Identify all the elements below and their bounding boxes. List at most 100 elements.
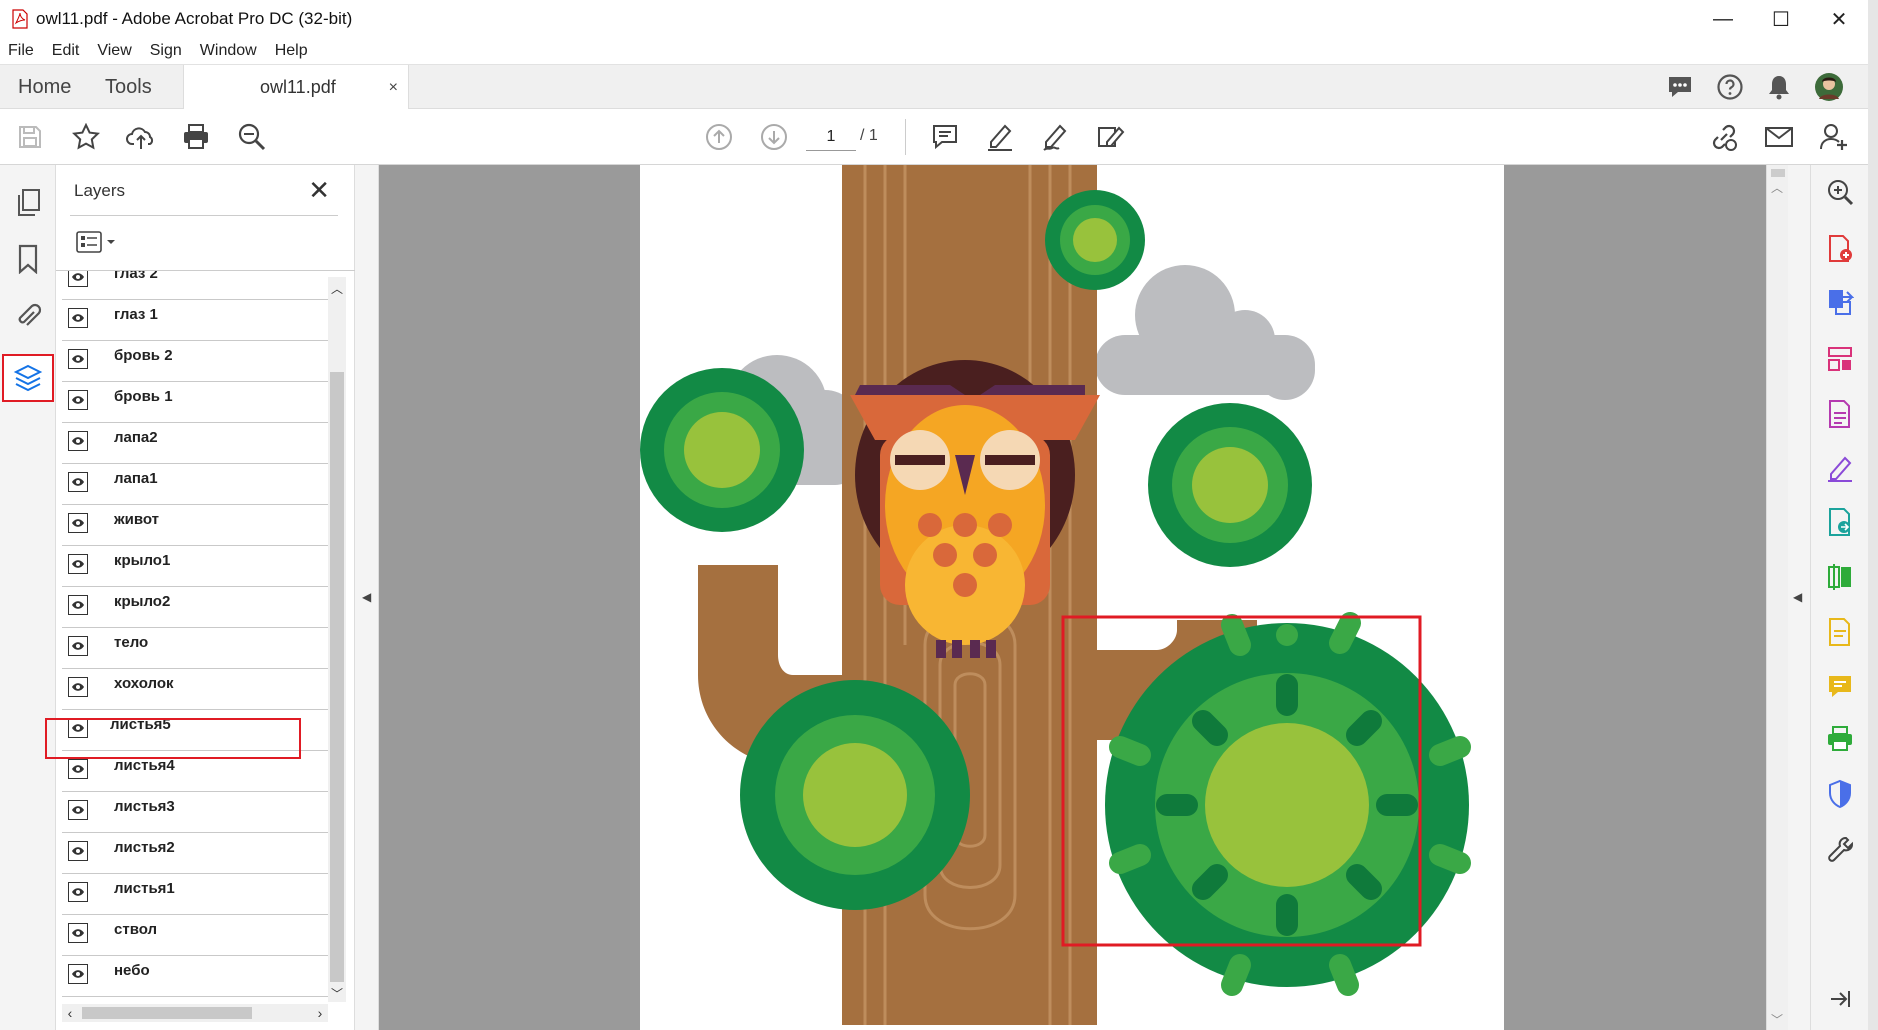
pdf-page[interactable]: [640, 165, 1504, 1030]
maximize-button[interactable]: ☐: [1752, 0, 1810, 38]
layer-row[interactable]: лапа1: [62, 464, 328, 505]
layer-row[interactable]: бровь 1: [62, 382, 328, 423]
zoom-in-search-icon[interactable]: [1823, 175, 1857, 209]
layer-row[interactable]: тело: [62, 628, 328, 669]
draw-sign-icon[interactable]: [1039, 121, 1071, 153]
layer-row[interactable]: бровь 2: [62, 341, 328, 382]
print-production-icon[interactable]: [1823, 722, 1857, 756]
visibility-eye-icon[interactable]: [68, 595, 88, 615]
menu-sign[interactable]: Sign: [150, 42, 182, 60]
send-for-signature-icon[interactable]: [1823, 505, 1857, 539]
chat-icon[interactable]: [1666, 74, 1694, 100]
tab-home[interactable]: Home: [18, 65, 71, 109]
layer-row[interactable]: глаз 1: [62, 300, 328, 341]
document-vertical-scrollbar[interactable]: ︿ ﹀: [1766, 165, 1788, 1030]
document-tab-close-button[interactable]: ×: [389, 79, 398, 97]
layer-row[interactable]: листья3: [62, 792, 328, 833]
collapse-left-arrow-icon[interactable]: ◀: [362, 590, 371, 604]
left-panel-collapse-strip[interactable]: ◀: [355, 165, 379, 1030]
layer-row[interactable]: глаз 2: [62, 271, 328, 300]
layers-icon[interactable]: [2, 354, 54, 402]
sticky-note-icon[interactable]: [1823, 670, 1857, 704]
layer-row[interactable]: живот: [62, 505, 328, 546]
save-icon[interactable]: [14, 121, 46, 153]
visibility-eye-icon[interactable]: [68, 431, 88, 451]
fill-sign-icon[interactable]: [1094, 121, 1126, 153]
layer-row[interactable]: небо: [62, 956, 328, 997]
protect-shield-icon[interactable]: [1823, 777, 1857, 811]
visibility-eye-icon[interactable]: [68, 308, 88, 328]
minimize-button[interactable]: —: [1694, 0, 1752, 38]
scroll-up-arrow-icon[interactable]: ︿: [328, 279, 346, 297]
email-icon[interactable]: [1763, 121, 1795, 153]
scroll-down-arrow-icon[interactable]: ﹀: [328, 984, 346, 1002]
layer-row[interactable]: крыло1: [62, 546, 328, 587]
visibility-eye-icon[interactable]: [68, 759, 88, 779]
visibility-eye-icon[interactable]: [68, 677, 88, 697]
notifications-bell-icon[interactable]: [1766, 73, 1792, 101]
visibility-eye-icon[interactable]: [68, 271, 88, 287]
next-page-icon[interactable]: [758, 121, 790, 153]
comment-icon[interactable]: [929, 121, 961, 153]
add-user-icon[interactable]: [1818, 121, 1850, 153]
previous-page-icon[interactable]: [703, 121, 735, 153]
bookmark-star-icon[interactable]: [70, 121, 102, 153]
highlight-pen-icon[interactable]: [984, 121, 1016, 153]
visibility-eye-icon[interactable]: [68, 636, 88, 656]
visibility-eye-icon[interactable]: [68, 841, 88, 861]
scroll-right-arrow-icon[interactable]: ›: [312, 1004, 328, 1022]
scrollbar-thumb[interactable]: [82, 1007, 252, 1019]
visibility-eye-icon[interactable]: [68, 390, 88, 410]
layer-row[interactable]: ствол: [62, 915, 328, 956]
tab-tools[interactable]: Tools: [105, 65, 152, 109]
tab-document[interactable]: owl11.pdf ×: [183, 65, 409, 110]
menu-edit[interactable]: Edit: [52, 42, 80, 60]
fill-and-sign-icon[interactable]: [1823, 450, 1857, 484]
scrollbar-thumb[interactable]: [330, 372, 344, 982]
layer-row[interactable]: листья2: [62, 833, 328, 874]
visibility-eye-icon[interactable]: [68, 513, 88, 533]
zoom-search-icon[interactable]: [236, 121, 268, 153]
menu-view[interactable]: View: [97, 42, 131, 60]
visibility-eye-icon[interactable]: [68, 964, 88, 984]
menu-file[interactable]: File: [8, 42, 34, 60]
scroll-left-arrow-icon[interactable]: ‹: [62, 1004, 78, 1022]
scroll-up-arrow-icon[interactable]: ︿: [1771, 179, 1783, 196]
visibility-eye-icon[interactable]: [68, 472, 88, 492]
comment-tool-icon[interactable]: [1823, 615, 1857, 649]
page-thumbnails-icon[interactable]: [8, 183, 48, 223]
create-pdf-icon[interactable]: [1823, 232, 1857, 266]
document-view[interactable]: [379, 165, 1766, 1030]
more-tools-wrench-icon[interactable]: [1823, 832, 1857, 866]
user-avatar[interactable]: [1814, 72, 1844, 102]
layer-options-dropdown[interactable]: [76, 231, 116, 253]
page-number-input[interactable]: 1: [806, 123, 856, 151]
collapse-right-arrow-icon[interactable]: ◀: [1793, 590, 1802, 604]
bookmarks-icon[interactable]: [8, 239, 48, 279]
menu-window[interactable]: Window: [200, 42, 257, 60]
export-pdf-icon[interactable]: [1823, 285, 1857, 319]
expand-panel-icon[interactable]: [1823, 982, 1857, 1016]
layers-vertical-scrollbar[interactable]: ︿ ﹀: [328, 277, 346, 1002]
visibility-eye-icon[interactable]: [68, 923, 88, 943]
visibility-eye-icon[interactable]: [68, 882, 88, 902]
edit-pdf-icon[interactable]: [1823, 397, 1857, 431]
help-icon[interactable]: [1716, 73, 1744, 101]
scroll-down-arrow-icon[interactable]: ﹀: [1771, 1011, 1783, 1028]
menu-help[interactable]: Help: [275, 42, 308, 60]
visibility-eye-icon[interactable]: [68, 800, 88, 820]
visibility-eye-icon[interactable]: [68, 349, 88, 369]
scrollbar-thumb[interactable]: [1771, 169, 1785, 177]
layer-row[interactable]: крыло2: [62, 587, 328, 628]
layer-row[interactable]: хохолок: [62, 669, 328, 710]
print-icon[interactable]: [180, 121, 212, 153]
layer-row[interactable]: листья1: [62, 874, 328, 915]
compare-files-icon[interactable]: [1823, 560, 1857, 594]
layers-panel-close-button[interactable]: ✕: [308, 175, 330, 206]
layers-horizontal-scrollbar[interactable]: ‹ ›: [62, 1004, 328, 1022]
attachments-icon[interactable]: [8, 295, 48, 335]
visibility-eye-icon[interactable]: [68, 554, 88, 574]
upload-cloud-icon[interactable]: [125, 121, 157, 153]
organize-pages-icon[interactable]: [1823, 342, 1857, 376]
share-link-icon[interactable]: [1708, 121, 1740, 153]
